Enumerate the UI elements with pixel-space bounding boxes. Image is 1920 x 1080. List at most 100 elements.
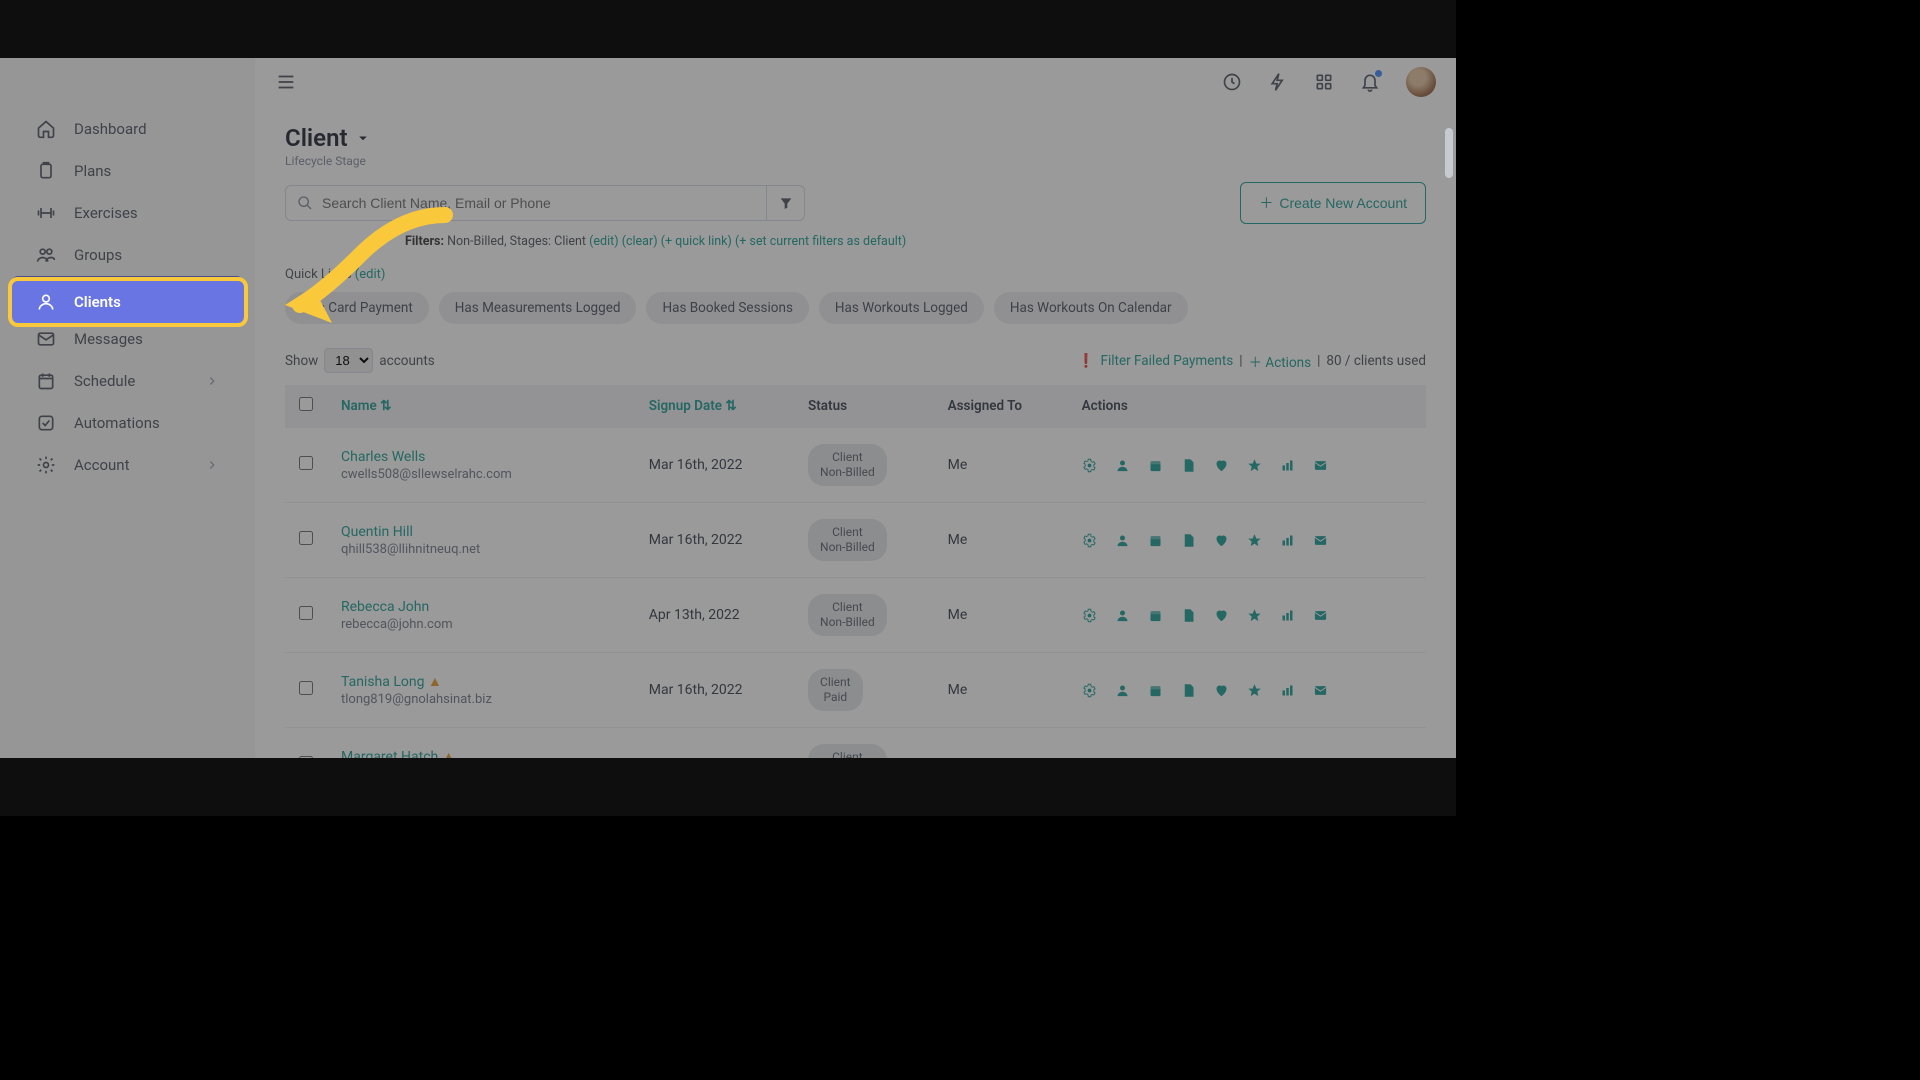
sidebar-item-plans[interactable]: Plans bbox=[12, 150, 243, 192]
user-icon[interactable] bbox=[1115, 608, 1130, 623]
quicklink-chip[interactable]: Has Booked Sessions bbox=[646, 292, 808, 324]
status-badge: ClientNon-Billed bbox=[808, 744, 887, 758]
col-name[interactable]: Name ⇅ bbox=[341, 398, 391, 414]
star-icon[interactable] bbox=[1247, 533, 1262, 548]
filters-setdefault-link[interactable]: (+ set current filters as default) bbox=[735, 234, 906, 249]
calendar-action-icon[interactable] bbox=[1148, 758, 1163, 759]
sidebar-item-exercises[interactable]: Exercises bbox=[12, 192, 243, 234]
user-icon[interactable] bbox=[1115, 758, 1130, 759]
sidebar-item-dashboard[interactable]: Dashboard bbox=[12, 108, 243, 150]
file-icon[interactable] bbox=[1181, 683, 1196, 698]
select-all-checkbox[interactable] bbox=[299, 397, 313, 411]
star-icon[interactable] bbox=[1247, 608, 1262, 623]
chart-icon[interactable] bbox=[1280, 608, 1295, 623]
sidebar-item-label: Schedule bbox=[74, 372, 135, 390]
sidebar-item-schedule[interactable]: Schedule bbox=[12, 360, 243, 402]
avatar[interactable] bbox=[1406, 67, 1436, 97]
chart-icon[interactable] bbox=[1280, 758, 1295, 759]
status-badge: ClientNon-Billed bbox=[808, 594, 887, 636]
row-checkbox[interactable] bbox=[299, 531, 313, 545]
scrollbar[interactable] bbox=[1445, 58, 1453, 758]
chart-icon[interactable] bbox=[1280, 683, 1295, 698]
chevron-right-icon bbox=[205, 458, 219, 472]
calendar-action-icon[interactable] bbox=[1148, 608, 1163, 623]
mail-icon[interactable] bbox=[1313, 608, 1328, 623]
quicklinks-edit-link[interactable]: (edit) bbox=[355, 267, 386, 282]
sidebar-item-clients-highlight[interactable]: Clients bbox=[12, 281, 244, 323]
file-icon[interactable] bbox=[1181, 758, 1196, 759]
row-checkbox[interactable] bbox=[299, 681, 313, 695]
lightning-icon[interactable] bbox=[1268, 72, 1288, 92]
sidebar-item-messages[interactable]: Messages bbox=[12, 318, 243, 360]
client-name-link[interactable]: Quentin Hill bbox=[341, 524, 621, 540]
client-name-link[interactable]: Charles Wells bbox=[341, 449, 621, 465]
gear-icon[interactable] bbox=[1082, 758, 1097, 759]
sidebar-item-groups[interactable]: Groups bbox=[12, 234, 243, 276]
star-icon[interactable] bbox=[1247, 458, 1262, 473]
dumbbell-icon bbox=[36, 203, 56, 223]
filters-clear-link[interactable]: (clear) bbox=[622, 234, 658, 249]
calendar-action-icon[interactable] bbox=[1148, 533, 1163, 548]
file-icon[interactable] bbox=[1181, 458, 1196, 473]
sidebar-item-automations[interactable]: Automations bbox=[12, 402, 243, 444]
chart-icon[interactable] bbox=[1280, 533, 1295, 548]
row-checkbox[interactable] bbox=[299, 456, 313, 470]
heart-icon[interactable] bbox=[1214, 758, 1229, 759]
show-label: Show bbox=[285, 353, 318, 369]
user-icon[interactable] bbox=[1115, 533, 1130, 548]
heart-icon[interactable] bbox=[1214, 608, 1229, 623]
signup-date: Mar 16th, 2022 bbox=[635, 653, 794, 728]
quicklink-chip[interactable]: Has Workouts Logged bbox=[819, 292, 984, 324]
sidebar-item-account[interactable]: Account bbox=[12, 444, 243, 486]
mail-icon[interactable] bbox=[1313, 758, 1328, 759]
heart-icon[interactable] bbox=[1214, 458, 1229, 473]
chart-icon[interactable] bbox=[1280, 458, 1295, 473]
file-icon[interactable] bbox=[1181, 533, 1196, 548]
search-input[interactable] bbox=[285, 185, 767, 221]
client-name-link[interactable]: Margaret Hatch ▲ bbox=[341, 748, 621, 758]
hamburger-icon[interactable] bbox=[275, 71, 297, 93]
quicklink-chip[interactable]: Has Card Payment bbox=[285, 292, 429, 324]
gear-icon[interactable] bbox=[1082, 458, 1097, 473]
col-signup[interactable]: Signup Date ⇅ bbox=[649, 398, 737, 414]
mail-icon[interactable] bbox=[1313, 683, 1328, 698]
star-icon[interactable] bbox=[1247, 758, 1262, 759]
create-account-button[interactable]: ＋ Create New Account bbox=[1240, 182, 1426, 224]
heart-icon[interactable] bbox=[1214, 533, 1229, 548]
client-email: cwells508@sllewselrahc.com bbox=[341, 467, 621, 482]
calendar-action-icon[interactable] bbox=[1148, 683, 1163, 698]
calendar-action-icon[interactable] bbox=[1148, 458, 1163, 473]
filters-quicklink-link[interactable]: (+ quick link) bbox=[661, 234, 732, 249]
client-name-link[interactable]: Rebecca John bbox=[341, 599, 621, 615]
assigned-to: Me bbox=[934, 503, 1068, 578]
gear-icon[interactable] bbox=[1082, 608, 1097, 623]
actions-dropdown[interactable]: ＋ Actions bbox=[1249, 351, 1312, 371]
apps-icon[interactable] bbox=[1314, 72, 1334, 92]
mail-icon[interactable] bbox=[1313, 458, 1328, 473]
bell-icon[interactable] bbox=[1360, 72, 1380, 92]
quicklink-chip[interactable]: Has Measurements Logged bbox=[439, 292, 637, 324]
col-assigned: Assigned To bbox=[934, 385, 1068, 428]
file-icon[interactable] bbox=[1181, 608, 1196, 623]
gear-icon[interactable] bbox=[1082, 683, 1097, 698]
user-icon[interactable] bbox=[1115, 683, 1130, 698]
gear-icon[interactable] bbox=[1082, 533, 1097, 548]
page-title[interactable]: Client bbox=[285, 124, 1426, 152]
filters-edit-link[interactable]: (edit) bbox=[589, 234, 618, 249]
status-badge: ClientNon-Billed bbox=[808, 519, 887, 561]
filter-button[interactable] bbox=[767, 185, 805, 221]
filters-summary: Filters: Non-Billed, Stages: Client (edi… bbox=[285, 234, 1426, 249]
row-checkbox[interactable] bbox=[299, 606, 313, 620]
mail-icon[interactable] bbox=[1313, 533, 1328, 548]
filter-failed-payments-link[interactable]: Filter Failed Payments bbox=[1101, 353, 1234, 369]
star-icon[interactable] bbox=[1247, 683, 1262, 698]
heart-icon[interactable] bbox=[1214, 683, 1229, 698]
show-count-select[interactable]: 18 bbox=[324, 348, 373, 373]
quicklinks-label: Quick Links bbox=[285, 267, 352, 282]
user-icon[interactable] bbox=[1115, 458, 1130, 473]
client-name-link[interactable]: Tanisha Long ▲ bbox=[341, 673, 621, 690]
quicklink-chip[interactable]: Has Workouts On Calendar bbox=[994, 292, 1188, 324]
clock-icon[interactable] bbox=[1222, 72, 1242, 92]
person-icon bbox=[36, 292, 56, 312]
row-checkbox[interactable] bbox=[299, 756, 313, 758]
